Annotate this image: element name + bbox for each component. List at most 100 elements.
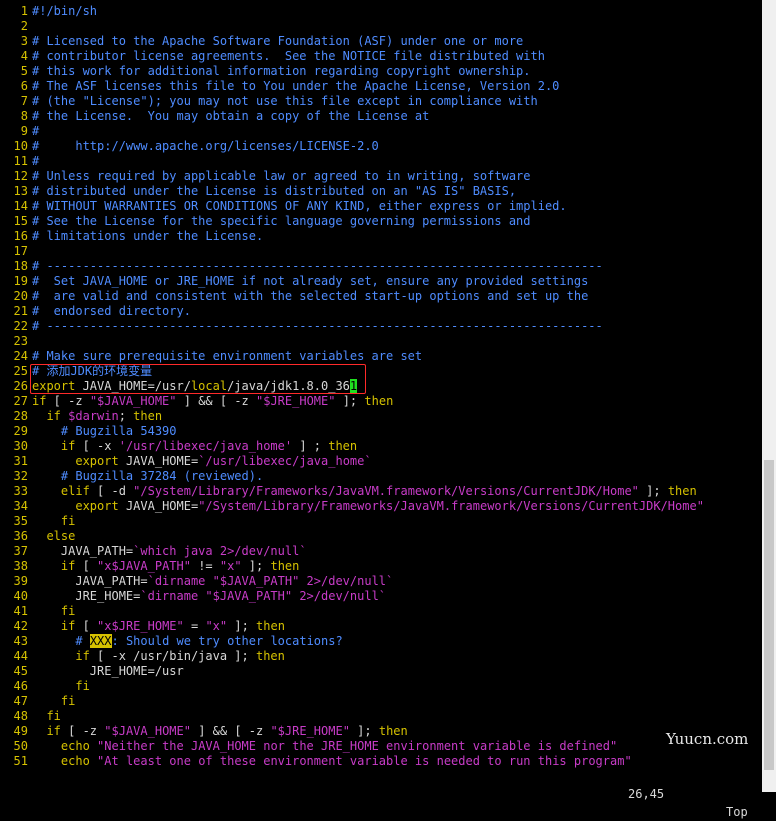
scrollbar-thumb[interactable]	[764, 460, 774, 770]
line-number: 48	[13, 709, 28, 723]
code-line[interactable]: 20 # are valid and consistent with the se…	[0, 289, 760, 304]
code-token: "/System/Library/Frameworks/JavaVM.frame…	[133, 484, 639, 498]
code-line[interactable]: 38 if [ "x$JAVA_PATH" != "x" ]; then	[0, 559, 760, 574]
code-token: # Bugzilla 37284 (reviewed).	[60, 469, 264, 483]
code-line[interactable]: 21 # endorsed directory.	[0, 304, 760, 319]
code-token: if	[75, 649, 90, 663]
code-line[interactable]: 19 # Set JAVA_HOME or JRE_HOME if not alr…	[0, 274, 760, 289]
code-token: fi	[60, 514, 76, 528]
code-line[interactable]: 12 # Unless required by applicable law or…	[0, 169, 760, 184]
code-line[interactable]: 9 #	[0, 124, 760, 139]
code-token: # --------------------------------------…	[32, 259, 603, 273]
line-number: 26	[13, 379, 28, 393]
text-cursor: 1	[349, 379, 358, 393]
code-line[interactable]: 48 fi	[0, 709, 760, 724]
code-token: "x"	[219, 559, 242, 573]
code-line[interactable]: 18 # ------------------------------------…	[0, 259, 760, 274]
code-token: 2>/dev/null`	[299, 574, 394, 588]
code-line[interactable]: 1 #!/bin/sh	[0, 4, 760, 19]
code-line[interactable]: 25 # 添加JDK的环境变量	[0, 364, 760, 379]
code-line[interactable]: 43 # XXX: Should we try other locations?	[0, 634, 760, 649]
code-line[interactable]: 40 JRE_HOME=`dirname "$JAVA_PATH" 2>/dev…	[0, 589, 760, 604]
code-token: JAVA_PATH=	[32, 574, 148, 588]
line-number: 40	[13, 589, 28, 603]
code-line[interactable]: 35 fi	[0, 514, 760, 529]
code-token: ] && [ -z	[176, 394, 256, 408]
code-line[interactable]: 28 if $darwin; then	[0, 409, 760, 424]
code-line[interactable]: 49 if [ -z "$JAVA_HOME" ] && [ -z "$JRE_…	[0, 724, 760, 739]
code-token: else	[46, 529, 76, 543]
code-token: `/usr/libexec/java_home`	[198, 454, 372, 468]
line-number: 9	[20, 124, 28, 138]
line-number: 2	[20, 19, 28, 33]
code-token: # contributor license agreements. See th…	[32, 49, 545, 63]
code-token: if	[46, 724, 61, 738]
code-line[interactable]: 34 export JAVA_HOME="/System/Library/Fra…	[0, 499, 760, 514]
line-number: 4	[20, 49, 28, 63]
line-number: 44	[13, 649, 28, 663]
code-line[interactable]: 6 # The ASF licenses this file to You und…	[0, 79, 760, 94]
code-line[interactable]: 14 # WITHOUT WARRANTIES OR CONDITIONS OF …	[0, 199, 760, 214]
code-line[interactable]: 15 # See the License for the specific lan…	[0, 214, 760, 229]
line-number: 39	[13, 574, 28, 588]
code-line[interactable]: 45 JRE_HOME=/usr	[0, 664, 760, 679]
code-line[interactable]: 23	[0, 334, 760, 349]
code-token: fi	[46, 709, 61, 723]
code-line[interactable]: 26 export JAVA_HOME=/usr/local/java/jdk1.…	[0, 379, 760, 394]
line-number: 23	[13, 334, 28, 348]
code-line[interactable]: 50 echo "Neither the JAVA_HOME nor the J…	[0, 739, 760, 754]
code-line[interactable]: 47 fi	[0, 694, 760, 709]
code-token: export	[32, 379, 76, 393]
code-line[interactable]: 33 elif [ -d "/System/Library/Frameworks…	[0, 484, 760, 499]
code-line[interactable]: 31 export JAVA_HOME=`/usr/libexec/java_h…	[0, 454, 760, 469]
code-token: elif	[60, 484, 90, 498]
code-line[interactable]: 32 # Bugzilla 37284 (reviewed).	[0, 469, 760, 484]
code-line[interactable]: 16 # limitations under the License.	[0, 229, 760, 244]
line-number: 1	[20, 4, 28, 18]
code-token: export	[75, 454, 119, 468]
code-line[interactable]: 17	[0, 244, 760, 259]
code-line[interactable]: 10 # http://www.apache.org/licenses/LICEN…	[0, 139, 760, 154]
code-line[interactable]: 4 # contributor license agreements. See t…	[0, 49, 760, 64]
code-line[interactable]: 11 #	[0, 154, 760, 169]
code-line[interactable]: 46 fi	[0, 679, 760, 694]
code-line[interactable]: 37 JAVA_PATH=`which java 2>/dev/null`	[0, 544, 760, 559]
code-line[interactable]: 24 # Make sure prerequisite environment v…	[0, 349, 760, 364]
code-line[interactable]: 22 # ------------------------------------…	[0, 319, 760, 334]
code-token: "x"	[205, 619, 228, 633]
code-line[interactable]: 36 else	[0, 529, 760, 544]
code-line[interactable]: 2	[0, 19, 760, 34]
code-token: if	[60, 559, 76, 573]
line-number: 25	[13, 364, 28, 378]
code-line[interactable]: 39 JAVA_PATH=`dirname "$JAVA_PATH" 2>/de…	[0, 574, 760, 589]
code-line[interactable]: 42 if [ "x$JRE_HOME" = "x" ]; then	[0, 619, 760, 634]
code-token: # http://www.apache.org/licenses/LICENSE…	[32, 139, 379, 153]
line-number: 42	[13, 619, 28, 633]
code-line[interactable]: 8 # the License. You may obtain a copy of…	[0, 109, 760, 124]
code-token: #	[32, 154, 40, 168]
code-token: "$JRE_HOME"	[256, 394, 336, 408]
code-line[interactable]: 27 if [ -z "$JAVA_HOME" ] && [ -z "$JRE_H…	[0, 394, 760, 409]
code-token: # Licensed to the Apache Software Founda…	[32, 34, 524, 48]
scrollbar[interactable]	[762, 0, 776, 792]
line-number: 16	[13, 229, 28, 243]
code-line[interactable]: 3 # Licensed to the Apache Software Found…	[0, 34, 760, 49]
editor-pane[interactable]: 1 #!/bin/sh 2 3 # Licensed to the Apache Sof…	[0, 0, 760, 792]
code-line[interactable]: 30 if [ -x '/usr/libexec/java_home' ] ; …	[0, 439, 760, 454]
code-line[interactable]: 13 # distributed under the License is dis…	[0, 184, 760, 199]
code-token: "$JRE_HOME"	[270, 724, 350, 738]
code-token: ];	[335, 394, 365, 408]
code-line[interactable]: 7 # (the "License"); you may not use this…	[0, 94, 760, 109]
code-token: ];	[638, 484, 668, 498]
code-line[interactable]: 41 fi	[0, 604, 760, 619]
code-token: if	[46, 409, 61, 423]
code-token: # --------------------------------------…	[32, 319, 603, 333]
code-line[interactable]: 5 # this work for additional information …	[0, 64, 760, 79]
code-line[interactable]: 29 # Bugzilla 54390	[0, 424, 760, 439]
code-line[interactable]: 44 if [ -x /usr/bin/java ]; then	[0, 649, 760, 664]
